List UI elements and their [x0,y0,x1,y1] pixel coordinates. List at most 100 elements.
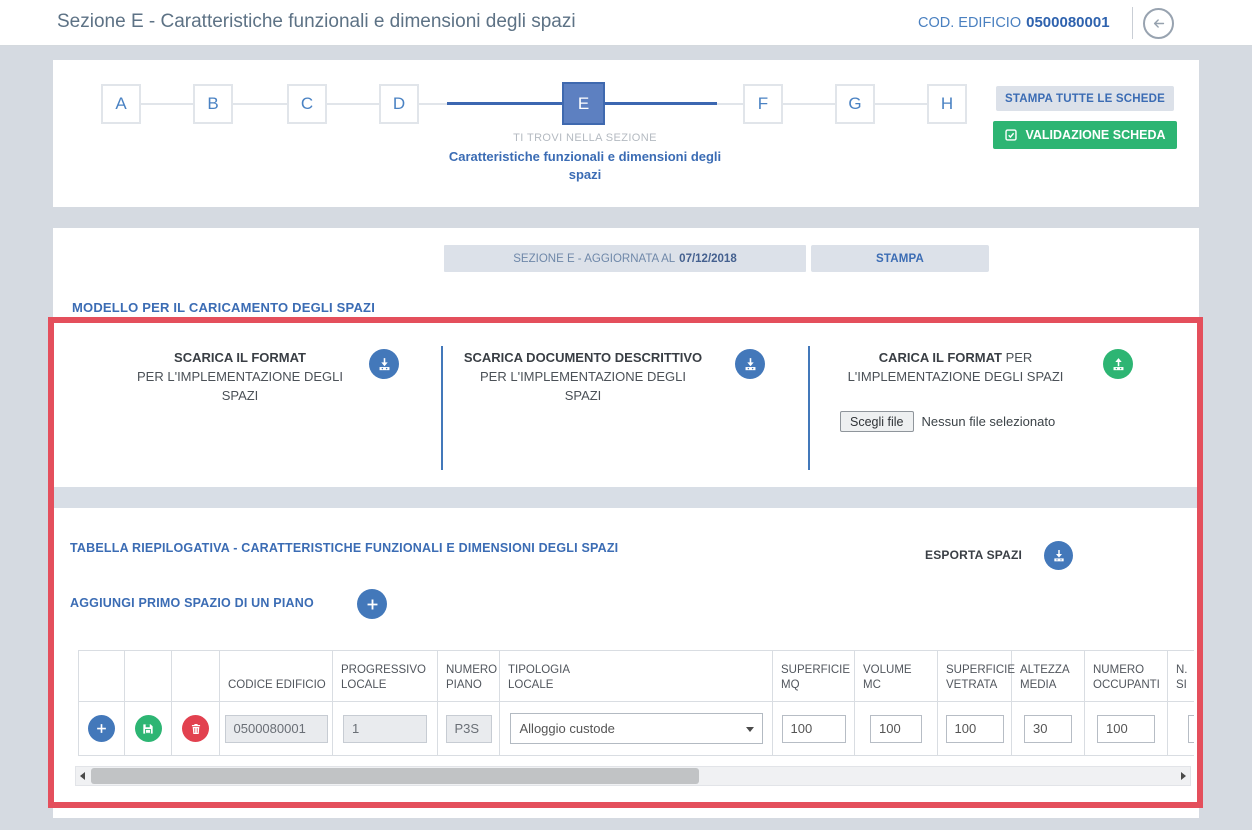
file-input: Scegli file Nessun file selezionato [840,411,1055,432]
export-spaces-button[interactable] [1044,541,1073,570]
building-code-label: COD. EDIFICIO [918,15,1021,31]
download-format-label: SCARICA IL FORMATPER L'IMPLEMENTAZIONE D… [120,348,360,405]
column-divider [441,346,443,470]
checkbox-check-icon [1004,128,1018,142]
download-icon [1051,548,1067,564]
page: Sezione E - Caratteristiche funzionali e… [0,0,1252,830]
download-icon [376,356,393,373]
header-cell-empty [172,650,220,702]
section-separator [53,487,1199,508]
header-cell: NUMERO PIANO [438,650,500,702]
column-divider [808,346,810,470]
header-cell: TIPOLOGIA LOCALE [500,650,773,702]
progressivo-locale-input [343,715,427,743]
row-cell-superficie-vetrata [938,702,1012,756]
step-f[interactable]: F [743,84,783,124]
step-h[interactable]: H [927,84,967,124]
clipped-input[interactable] [1188,715,1195,743]
table-horizontal-scrollbar[interactable] [75,766,1191,786]
section-updated-bar: SEZIONE E - AGGIORNATA AL 07/12/2018 [444,245,806,272]
superficie-mq-input[interactable] [782,715,846,743]
back-button[interactable] [1143,8,1174,39]
scroll-left-arrow-icon[interactable] [80,772,85,780]
row-cell-altezza-media [1012,702,1085,756]
row-cell-piano [438,702,500,756]
numero-piano-input [446,715,492,743]
page-title: Sezione E - Caratteristiche funzionali e… [57,11,576,33]
row-cell-codice [220,702,333,756]
step-c[interactable]: C [287,84,327,124]
spaces-table: CODICE EDIFICIO PROGRESSIVO LOCALE NUMER… [78,650,1194,757]
print-button[interactable]: STAMPA [811,245,989,272]
scroll-right-arrow-icon[interactable] [1181,772,1186,780]
row-add-button[interactable] [88,715,115,742]
header-cell: SUPERFICIE VETRATA [938,650,1012,702]
tipologia-locale-value: Alloggio custode [520,721,615,736]
choose-file-button[interactable]: Scegli file [840,411,914,432]
upload-format-label: CARICA IL FORMAT PER L'IMPLEMENTAZIONE D… [838,348,1073,386]
header-cell: SUPERFICIE MQ [773,650,855,702]
upload-format-button[interactable] [1103,349,1133,379]
download-document-label: SCARICA DOCUMENTO DESCRITTIVOPER L'IMPLE… [463,348,703,405]
export-spaces-label: ESPORTA SPAZI [925,548,1022,562]
table-data-row: Alloggio custode [78,702,1194,756]
table-header-row: CODICE EDIFICIO PROGRESSIVO LOCALE NUMER… [78,650,1194,702]
validate-sheet-label: VALIDAZIONE SCHEDA [1025,128,1165,142]
row-save-button[interactable] [135,715,162,742]
row-cell-add [78,702,125,756]
superficie-vetrata-input[interactable] [946,715,1004,743]
altezza-media-input[interactable] [1024,715,1072,743]
add-first-space-label: AGGIUNGI PRIMO SPAZIO DI UN PIANO [70,596,314,610]
stepper-connector [233,103,287,105]
row-cell-delete [172,702,220,756]
building-code-value: 0500080001 [1026,14,1109,31]
step-a[interactable]: A [101,84,141,124]
step-e-active[interactable]: E [562,82,605,125]
current-section-label: TI TROVI NELLA SEZIONE [445,132,725,144]
row-delete-button[interactable] [182,715,209,742]
row-cell-progressivo [333,702,438,756]
header-cell: ALTEZZA MEDIA [1012,650,1085,702]
summary-table-heading: TABELLA RIEPILOGATIVA - CARATTERISTICHE … [70,541,618,555]
numero-occupanti-input[interactable] [1097,715,1155,743]
volume-mc-input[interactable] [870,715,922,743]
header-cell: CODICE EDIFICIO [220,650,333,702]
download-format-button[interactable] [369,349,399,379]
step-g[interactable]: G [835,84,875,124]
plus-icon [364,596,381,613]
file-status-text: Nessun file selezionato [922,414,1056,429]
stepper-connector [419,103,447,105]
plus-icon [94,721,109,736]
print-all-sheets-button[interactable]: STAMPA TUTTE LE SCHEDE [996,86,1174,111]
top-header: Sezione E - Caratteristiche funzionali e… [0,0,1252,46]
step-b[interactable]: B [193,84,233,124]
upload-icon [1110,356,1127,373]
header-cell-empty [78,650,125,702]
stepper-connector [327,103,379,105]
row-cell-superficie-mq [773,702,855,756]
current-section-name: Caratteristiche funzionali e dimensioni … [444,148,726,184]
section-updated-label: SEZIONE E - AGGIORNATA AL [513,253,675,265]
step-d[interactable]: D [379,84,419,124]
trash-icon [189,722,203,736]
download-document-button[interactable] [735,349,765,379]
header-cell: NUMERO OCCUPANTI [1085,650,1168,702]
building-code: COD. EDIFICIO 0500080001 [918,14,1110,31]
row-cell-volume-mc [855,702,938,756]
header-cell: PROGRESSIVO LOCALE [333,650,438,702]
chevron-down-icon [746,727,754,732]
tipologia-locale-select[interactable]: Alloggio custode [510,713,763,744]
section-updated-date: 07/12/2018 [679,253,737,265]
stepper-connector [141,103,193,105]
header-cell: N. SI [1168,650,1194,702]
row-cell-tipologia: Alloggio custode [500,702,773,756]
validate-sheet-button[interactable]: VALIDAZIONE SCHEDA [993,121,1177,149]
stepper-connector [875,103,927,105]
row-cell-save [125,702,172,756]
row-cell-clipped [1168,702,1194,756]
header-cell: VOLUME MC [855,650,938,702]
add-first-space-button[interactable] [357,589,387,619]
header-divider [1132,7,1133,39]
save-floppy-icon [141,722,155,736]
scrollbar-thumb[interactable] [91,768,699,784]
